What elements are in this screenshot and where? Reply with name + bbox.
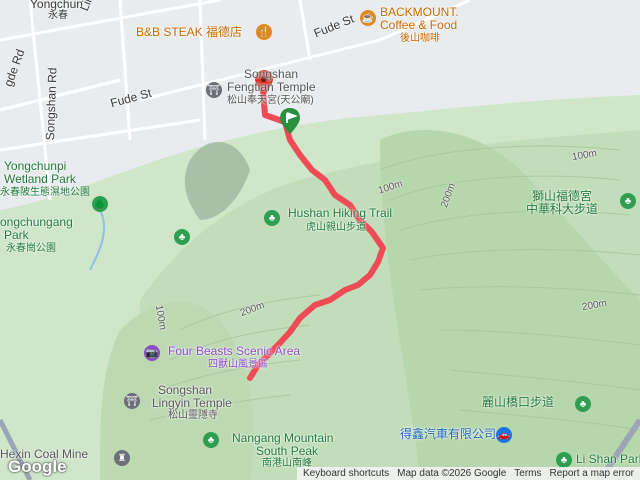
peak-icon[interactable]: ♣ (203, 432, 219, 448)
trail-icon[interactable]: ♣ (620, 193, 636, 209)
park-icon[interactable]: ♣ (174, 229, 190, 245)
four-beasts-cn-label[interactable]: 四獸山風景區 (208, 359, 268, 370)
car-dealer-icon[interactable]: 🚗 (496, 427, 512, 443)
yongchun-cn-label: 永春 (48, 10, 68, 21)
hiking-trail-icon[interactable]: ♣ (264, 210, 280, 226)
temple-icon[interactable]: ⛩ (206, 82, 222, 98)
backmount-label-2[interactable]: Coffee & Food (380, 19, 457, 32)
scenic-icon[interactable]: 📷 (144, 345, 160, 361)
lishan-cn-label[interactable]: 麗山橋口步道 (482, 396, 554, 409)
attribution-bar: Keyboard shortcuts Map data ©2026 Google… (296, 467, 640, 480)
hushan-trail-cn-label[interactable]: 虎山親山步道 (306, 222, 366, 233)
coffee-icon[interactable]: ☕ (360, 10, 376, 26)
map-data-text: Map data ©2026 Google (397, 468, 507, 479)
backmount-cn-label[interactable]: 後山咖啡 (400, 33, 440, 44)
tree-icon[interactable]: 🌲 (92, 196, 108, 212)
lingyin-temple-icon[interactable]: ⛩ (124, 393, 140, 409)
keyboard-shortcuts-link[interactable]: Keyboard shortcuts (303, 468, 389, 479)
yongchunpi-cn-label[interactable]: 永春陂生態濕地公園 (0, 187, 90, 198)
nangang-label-2[interactable]: South Peak (256, 445, 318, 458)
yongchungang-cn-label[interactable]: 永春崗公園 (6, 243, 56, 254)
dexin-cn-label[interactable]: 得鑫汽車有限公司 (400, 428, 496, 441)
hushan-trail-label[interactable]: Hushan Hiking Trail (288, 207, 392, 220)
lingyin-label-2[interactable]: Lingyin Temple (152, 397, 232, 410)
map-view[interactable]: Yongchun 永春 Linkou St Fude St Fude St gd… (0, 0, 640, 480)
fengtian-cn-label[interactable]: 松山奉天宮(天公廟) (227, 95, 314, 106)
restaurant-icon[interactable]: 🍴 (256, 24, 272, 40)
lishan-park-label[interactable]: Li Shan Park (576, 453, 640, 466)
start-flag-icon[interactable] (280, 108, 300, 134)
four-beasts-label[interactable]: Four Beasts Scenic Area (168, 345, 300, 358)
castle-icon[interactable]: ♜ (114, 450, 130, 466)
yongchunpi-label-2[interactable]: Wetland Park (4, 173, 76, 186)
google-logo: Google (8, 457, 67, 476)
yongchungang-label-2[interactable]: Park (4, 229, 29, 242)
report-error-link[interactable]: Report a map error (550, 468, 634, 479)
terms-link[interactable]: Terms (514, 468, 541, 479)
bb-steak-label[interactable]: B&B STEAK 福德店 (136, 26, 242, 39)
lingyin-cn-label[interactable]: 松山靈隱寺 (168, 410, 218, 421)
lishan-trail-icon[interactable]: ♣ (575, 396, 591, 412)
fengtian-label-2[interactable]: Fengtian Temple (227, 81, 316, 94)
lishan-park-icon[interactable]: ♣ (556, 452, 572, 468)
shishan-cn-label-2[interactable]: 中華科大步道 (526, 203, 598, 216)
songshan-rd-label: Songshan Rd (43, 67, 60, 141)
